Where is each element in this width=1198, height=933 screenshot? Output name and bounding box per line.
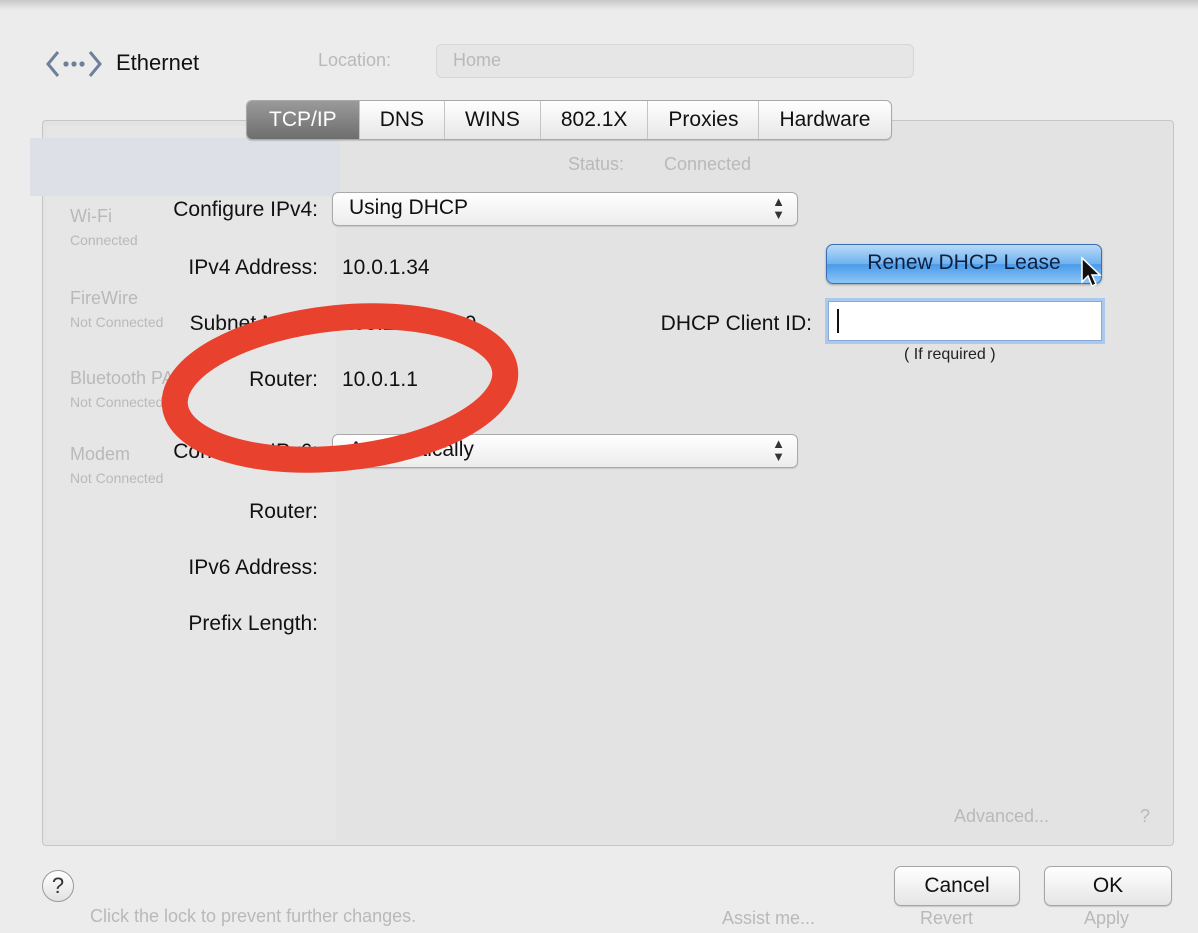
cancel-button-label: Cancel [924,874,990,897]
subnet-mask-value: 255.255.255.0 [342,312,477,335]
ghost-location-popup: Home [436,44,914,78]
ethernet-icon [46,51,102,77]
ghost-assist-button: Assist me... [722,908,816,928]
ghost-sidebar-status-modem: Not Connected [70,470,164,486]
ok-button[interactable]: OK [1044,866,1172,906]
tab-dns[interactable]: DNS [358,101,444,139]
window-title: Ethernet [116,50,200,75]
tab-8021x[interactable]: 802.1X [539,101,648,139]
configure-ipv4-value: Using DHCP [349,196,469,219]
ghost-sidebar-selection [30,138,340,196]
text-caret [837,309,839,333]
cancel-button[interactable]: Cancel [894,866,1020,906]
tab-hardware[interactable]: Hardware [758,101,890,139]
ghost-revert-button: Revert [920,908,974,928]
ghost-sidebar-item-firewire: FireWire [70,288,138,308]
ipv4-address-label: IPv4 Address: [188,256,318,279]
router-value: 10.0.1.1 [342,368,418,391]
ghost-lock-text: Click the lock to prevent further change… [90,906,417,926]
configure-ipv6-label: Configure IPv6: [173,440,318,463]
ghost-location-label: Location: [318,50,392,70]
ipv6-router-label: Router: [249,500,318,523]
tab-wins[interactable]: WINS [444,101,540,139]
mouse-pointer-icon [1081,256,1102,288]
ghost-sidebar-status-wifi: Connected [70,232,138,248]
ghost-help-button: ? [1140,806,1151,826]
ipv4-address-value: 10.0.1.34 [342,256,430,279]
ghost-status-value: Connected [664,154,752,174]
tab-tcpip[interactable]: TCP/IP [247,101,359,139]
prefix-length-label: Prefix Length: [188,612,318,635]
ok-button-label: OK [1092,874,1124,897]
help-button[interactable]: ? [42,870,74,902]
tab-bar: TCP/IP DNS WINS 802.1X Proxies Hardware [246,100,892,140]
network-advanced-sheet: Location: Home Wi-Fi Connected FireWire … [0,0,1198,933]
ghost-status-label: Status: [568,154,625,174]
ghost-sidebar-status-bluetooth: Not Connected [70,394,164,410]
ipv6-address-label: IPv6 Address: [188,556,318,579]
popup-arrows-icon: ▲ ▼ [772,194,785,222]
sheet-top-shadow [0,0,1198,10]
ghost-apply-button: Apply [1084,908,1130,928]
subnet-mask-label: Subnet Mask: [189,312,318,335]
popup-arrows-icon: ▲ ▼ [772,436,785,464]
ghost-location-value: Home [453,50,502,70]
dhcp-client-id-field[interactable] [828,301,1102,341]
dhcp-client-id-label: DHCP Client ID: [660,312,812,335]
renew-dhcp-lease-button[interactable]: Renew DHCP Lease [826,244,1102,284]
configure-ipv4-label: Configure IPv4: [173,198,318,221]
tab-proxies[interactable]: Proxies [647,101,758,139]
renew-dhcp-lease-label: Renew DHCP Lease [867,251,1061,274]
ghost-advanced-button: Advanced... [954,806,1050,826]
router-label: Router: [249,368,318,391]
configure-ipv6-value: Automatically [349,438,474,461]
configure-ipv4-popup[interactable]: Using DHCP ▲ ▼ [332,192,798,226]
dhcp-client-id-hint: ( If required ) [904,346,996,363]
configure-ipv6-popup[interactable]: Automatically ▲ ▼ [332,434,798,468]
